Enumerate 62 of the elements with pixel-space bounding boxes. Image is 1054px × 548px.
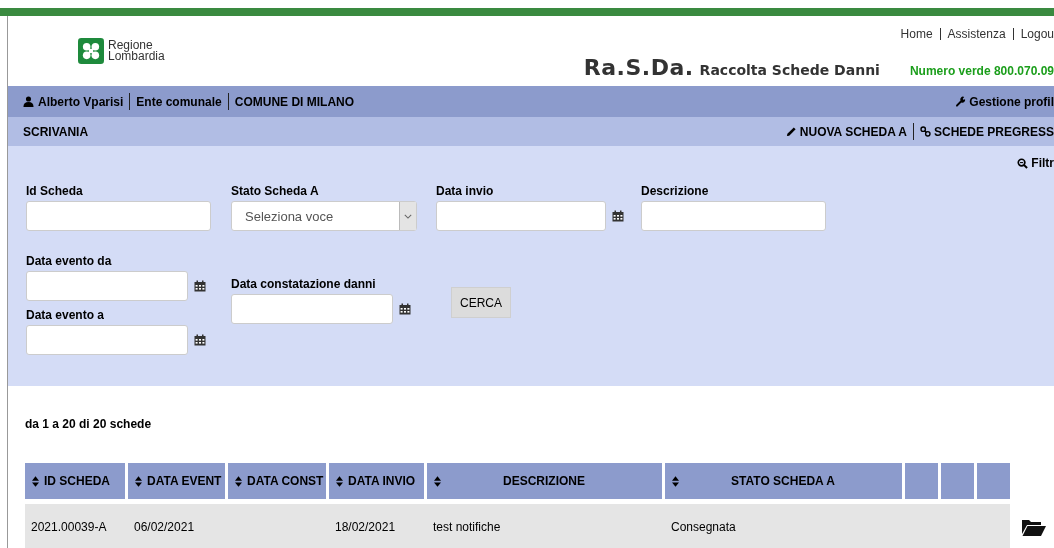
top-link[interactable]: Logou xyxy=(1020,27,1054,41)
column-header[interactable]: DATA INVIO xyxy=(329,463,424,499)
date-field[interactable] xyxy=(26,271,188,301)
column-header[interactable]: STATO SCHEDA A xyxy=(665,463,902,499)
results-summary: da 1 a 20 di 20 schede xyxy=(25,417,153,431)
table-row[interactable]: 2021.00039-A 06/02/2021 18/02/2021 test notifiche Consegnata xyxy=(25,504,1010,548)
sort-icon[interactable] xyxy=(235,475,242,487)
date-field[interactable] xyxy=(26,325,188,355)
date-field[interactable] xyxy=(436,201,606,231)
nav-title: SCRIVANIA xyxy=(23,124,89,139)
calendar-icon[interactable] xyxy=(612,210,624,222)
user-info: COMUNE DI MILANO xyxy=(234,94,355,109)
table-cell: test notifiche xyxy=(433,519,501,534)
input-field[interactable] xyxy=(26,201,211,231)
logo-text: Lombardia xyxy=(108,51,165,62)
table-cell: 2021.00039-A xyxy=(31,519,107,534)
column-header[interactable]: DATA CONST xyxy=(228,463,326,499)
sort-icon[interactable] xyxy=(135,475,142,487)
sort-icon[interactable] xyxy=(672,475,679,487)
toll-free-number: Numero verde 800.070.09 xyxy=(909,64,1054,78)
folder-icon[interactable] xyxy=(1022,517,1046,536)
field-label: Data constatazione danni xyxy=(231,277,377,291)
nav-link[interactable]: NUOVA SCHEDA A xyxy=(785,124,907,139)
field-label: Data evento da xyxy=(26,254,113,268)
date-field[interactable] xyxy=(231,294,393,324)
sort-icon[interactable] xyxy=(336,475,343,487)
table-cell: 18/02/2021 xyxy=(335,519,396,534)
search-icon xyxy=(1017,157,1029,169)
user-icon xyxy=(23,96,34,107)
table-cell: Consegnata xyxy=(671,519,736,534)
field-label: Descrizione xyxy=(641,184,710,198)
field-label: Data evento a xyxy=(26,308,106,322)
column-header[interactable]: ID SCHEDA xyxy=(25,463,125,499)
top-link[interactable]: Home xyxy=(900,27,933,41)
field-label: Data invio xyxy=(436,184,495,198)
app-title: Ra.S.Da. xyxy=(583,55,694,80)
logo-icon xyxy=(78,38,104,64)
filter-toggle[interactable]: Filtr xyxy=(1017,155,1054,171)
calendar-icon[interactable] xyxy=(194,334,206,346)
input-field[interactable] xyxy=(641,201,826,231)
table-cell: 06/02/2021 xyxy=(134,519,195,534)
logo-text: Regione xyxy=(108,40,153,51)
field-label: Id Scheda xyxy=(26,184,84,198)
calendar-icon[interactable] xyxy=(399,303,411,315)
sort-icon[interactable] xyxy=(434,475,441,487)
pencil-icon xyxy=(785,126,797,137)
profile-link[interactable]: Gestione profil xyxy=(955,94,1054,109)
sort-icon[interactable] xyxy=(32,475,39,487)
field-label: Stato Scheda A xyxy=(231,184,320,198)
column-header[interactable]: DESCRIZIONE xyxy=(427,463,662,499)
nav-link[interactable]: SCHEDE PREGRESS xyxy=(919,124,1054,139)
app-subtitle: Raccolta Schede Danni xyxy=(699,62,880,78)
top-link[interactable]: Assistenza xyxy=(947,27,1006,41)
select-field[interactable]: Seleziona voce xyxy=(231,201,417,231)
search-button[interactable]: CERCA xyxy=(451,287,511,318)
user-info: Ente comunale xyxy=(136,94,222,109)
chevron-down-icon xyxy=(404,213,412,219)
wrench-icon xyxy=(955,96,967,107)
column-header[interactable]: DATA EVENT xyxy=(128,463,225,499)
link-icon xyxy=(919,126,931,137)
calendar-icon[interactable] xyxy=(194,280,206,292)
user-info: Alberto Vparisi xyxy=(38,94,124,109)
